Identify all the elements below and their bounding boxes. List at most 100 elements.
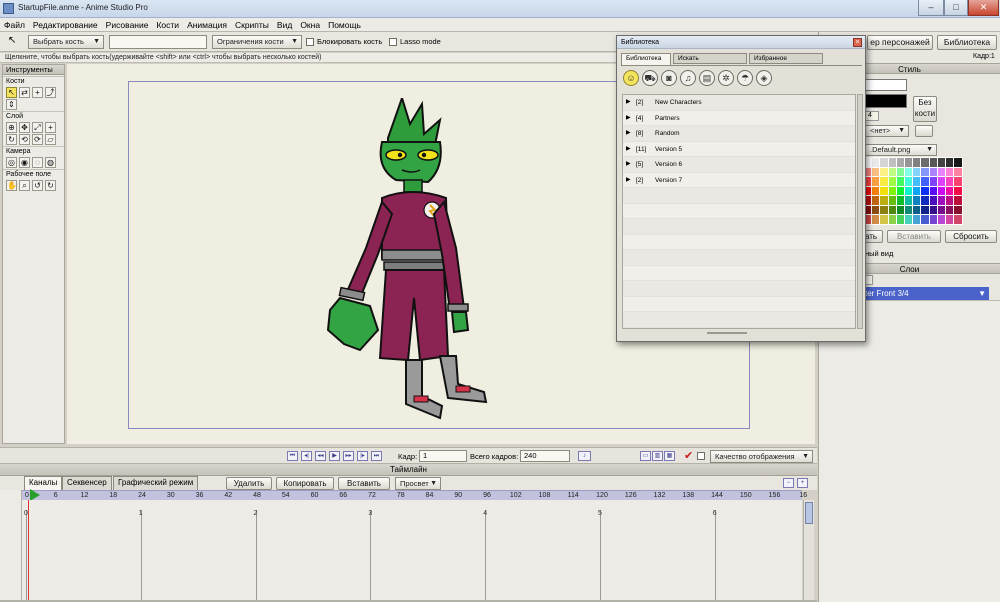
- no-bone-button[interactable]: Без кости: [913, 96, 937, 122]
- layer-item-selected[interactable]: cter Front 3/4 ▼: [859, 287, 989, 300]
- expand-triangle-icon[interactable]: ▶: [626, 95, 631, 110]
- film-icon[interactable]: ▤: [699, 70, 715, 86]
- color-swatch[interactable]: [871, 185, 882, 197]
- color-swatch[interactable]: [879, 214, 890, 225]
- zoom-camera-icon[interactable]: ◉: [19, 156, 30, 168]
- library-item-list[interactable]: ▶ [2] New Characters ▶ [4] Partners ▶ [8] Random…: [622, 94, 856, 329]
- scrollbar-thumb[interactable]: [805, 502, 813, 524]
- library-scrollbar[interactable]: [857, 94, 863, 329]
- menu-windows[interactable]: Окна: [296, 18, 324, 32]
- effect-dropdown[interactable]: <нет> ▼: [865, 125, 909, 137]
- color-swatch[interactable]: [887, 157, 898, 168]
- color-swatch[interactable]: [871, 176, 882, 187]
- brush-dropdown[interactable]: .Default.png ▼: [865, 144, 937, 156]
- prop-icon[interactable]: ☂: [737, 70, 753, 86]
- translate-layer-icon[interactable]: ✥: [19, 121, 30, 133]
- translate-bone-icon[interactable]: ⇄: [19, 86, 30, 98]
- onion-skin-dropdown[interactable]: Просвет ▼: [395, 477, 441, 490]
- menu-edit[interactable]: Редактирование: [29, 18, 102, 32]
- orbit-workspace-icon[interactable]: ↻: [45, 179, 56, 191]
- line-width-field[interactable]: 4: [865, 111, 879, 121]
- select-bone-icon[interactable]: ↖: [6, 86, 17, 98]
- color-swatch[interactable]: [953, 157, 964, 168]
- menu-draw[interactable]: Рисование: [102, 18, 153, 32]
- color-swatch[interactable]: [945, 204, 955, 216]
- color-swatch[interactable]: [953, 214, 964, 225]
- color-swatch[interactable]: [936, 195, 947, 206]
- color-swatch[interactable]: [904, 176, 914, 187]
- total-frames-input[interactable]: 240: [520, 450, 570, 462]
- close-icon[interactable]: ×: [853, 38, 862, 47]
- color-swatch[interactable]: [887, 166, 898, 178]
- tab-channels[interactable]: Каналы: [24, 476, 63, 490]
- display-option-checkbox[interactable]: [697, 452, 705, 460]
- step-back-icon[interactable]: ◂|: [301, 451, 312, 461]
- layers-list[interactable]: [819, 300, 1000, 602]
- menu-scripts[interactable]: Скрипты: [231, 18, 273, 32]
- timeline-scrollbar[interactable]: [803, 500, 814, 600]
- menu-file[interactable]: Файл: [0, 18, 29, 32]
- color-swatch[interactable]: [920, 195, 931, 206]
- color-swatch[interactable]: [953, 204, 964, 216]
- particles-icon[interactable]: ✲: [718, 70, 734, 86]
- select-bone-dropdown[interactable]: Выбрать кость ▼: [28, 35, 104, 49]
- library-item[interactable]: ▶ [5] Version 6: [623, 157, 855, 173]
- color-swatch[interactable]: [928, 214, 939, 225]
- color-swatch[interactable]: [920, 157, 931, 168]
- character-wizard-button[interactable]: ер персонажей: [867, 35, 933, 50]
- color-swatch[interactable]: [887, 204, 898, 216]
- sound-icon[interactable]: ♪: [578, 451, 591, 461]
- menu-animation[interactable]: Анимация: [183, 18, 231, 32]
- minimize-button[interactable]: –: [918, 0, 944, 16]
- bone-name-field[interactable]: [109, 35, 207, 49]
- prev-key-icon[interactable]: ◂◂: [315, 451, 326, 461]
- color-swatch[interactable]: [936, 214, 947, 225]
- rotate-x-icon[interactable]: ⟲: [19, 133, 30, 145]
- color-swatch[interactable]: [871, 204, 882, 216]
- color-swatch[interactable]: [912, 166, 923, 178]
- color-swatch[interactable]: [895, 185, 906, 197]
- color-swatch[interactable]: [879, 185, 890, 197]
- color-swatch[interactable]: [928, 176, 939, 187]
- library-item[interactable]: ▶ [11] Version 5: [623, 142, 855, 157]
- rotate-workspace-icon[interactable]: ↺: [32, 179, 43, 191]
- expand-triangle-icon[interactable]: ▶: [626, 173, 631, 188]
- reset-style-button[interactable]: Сбросить: [945, 230, 997, 243]
- color-swatch[interactable]: [912, 214, 923, 225]
- color-swatch[interactable]: [912, 157, 923, 168]
- menu-view[interactable]: Вид: [273, 18, 296, 32]
- rewind-icon[interactable]: ⏮: [287, 451, 298, 461]
- next-key-icon[interactable]: ▸▸: [343, 451, 354, 461]
- character-icon[interactable]: ☺: [623, 70, 639, 86]
- color-swatch[interactable]: [912, 176, 923, 187]
- color-swatch[interactable]: [936, 166, 947, 178]
- library-item[interactable]: ▶ [4] Partners: [623, 111, 855, 126]
- quality-dropdown[interactable]: Качество отображения ▼: [710, 450, 813, 463]
- expand-triangle-icon[interactable]: ▶: [626, 157, 631, 172]
- library-item[interactable]: ▶ [8] Random: [623, 126, 855, 142]
- timeline-ruler[interactable]: 0 6 12 18 24 30 36 42 48 54 60 66 72 78 84 90 96 102 108 11…: [22, 490, 807, 500]
- vehicle-icon[interactable]: ⛟: [642, 70, 658, 86]
- color-swatch[interactable]: [887, 185, 898, 197]
- color-swatch[interactable]: [920, 214, 931, 225]
- color-swatch[interactable]: [912, 185, 923, 197]
- resize-grip[interactable]: [707, 332, 747, 334]
- rotate-y-icon[interactable]: ⟳: [32, 133, 43, 145]
- color-swatch[interactable]: [945, 185, 955, 197]
- color-swatch[interactable]: [912, 204, 923, 216]
- color-swatch[interactable]: [871, 166, 882, 178]
- color-swatch[interactable]: [936, 204, 947, 216]
- pan-tilt-camera-icon[interactable]: ◍: [45, 156, 56, 168]
- color-swatch[interactable]: [928, 185, 939, 197]
- set-origin-icon[interactable]: ⊕: [6, 121, 17, 133]
- zoom-in-icon[interactable]: +: [797, 478, 808, 488]
- color-swatch[interactable]: [895, 204, 906, 216]
- shear-layer-icon[interactable]: ▱: [45, 133, 56, 145]
- library-button[interactable]: Библиотека: [937, 35, 997, 50]
- library-item[interactable]: ▶ [2] New Characters: [623, 95, 855, 111]
- color-swatch[interactable]: [928, 195, 939, 206]
- color-swatch[interactable]: [871, 214, 882, 225]
- library-tab-favorites[interactable]: Избранное: [749, 53, 823, 64]
- color-swatch[interactable]: [904, 185, 914, 197]
- color-swatch[interactable]: [920, 176, 931, 187]
